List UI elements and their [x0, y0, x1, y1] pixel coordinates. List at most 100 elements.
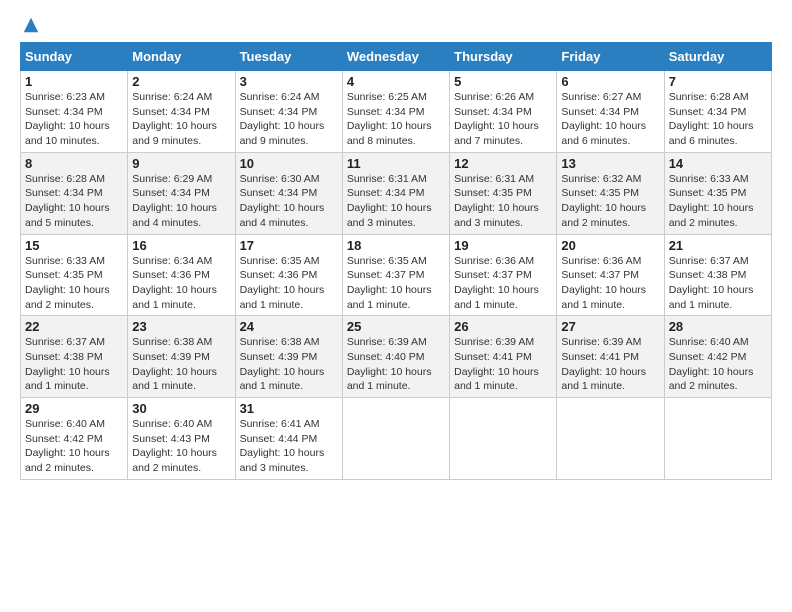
- day-cell: 24 Sunrise: 6:38 AM Sunset: 4:39 PM Dayl…: [235, 316, 342, 398]
- day-cell: 15 Sunrise: 6:33 AM Sunset: 4:35 PM Dayl…: [21, 234, 128, 316]
- day-number: 20: [561, 238, 659, 253]
- day-cell: 21 Sunrise: 6:37 AM Sunset: 4:38 PM Dayl…: [664, 234, 771, 316]
- day-info: Sunrise: 6:33 AM Sunset: 4:35 PM Dayligh…: [25, 254, 123, 313]
- day-cell: 7 Sunrise: 6:28 AM Sunset: 4:34 PM Dayli…: [664, 71, 771, 153]
- day-cell: 29 Sunrise: 6:40 AM Sunset: 4:42 PM Dayl…: [21, 398, 128, 480]
- day-cell: 9 Sunrise: 6:29 AM Sunset: 4:34 PM Dayli…: [128, 152, 235, 234]
- day-cell: 13 Sunrise: 6:32 AM Sunset: 4:35 PM Dayl…: [557, 152, 664, 234]
- day-number: 2: [132, 74, 230, 89]
- day-number: 24: [240, 319, 338, 334]
- day-number: 11: [347, 156, 445, 171]
- day-info: Sunrise: 6:38 AM Sunset: 4:39 PM Dayligh…: [240, 335, 338, 394]
- day-cell: 31 Sunrise: 6:41 AM Sunset: 4:44 PM Dayl…: [235, 398, 342, 480]
- day-cell: [557, 398, 664, 480]
- day-header-sunday: Sunday: [21, 43, 128, 71]
- day-cell: 16 Sunrise: 6:34 AM Sunset: 4:36 PM Dayl…: [128, 234, 235, 316]
- day-info: Sunrise: 6:25 AM Sunset: 4:34 PM Dayligh…: [347, 90, 445, 149]
- day-number: 31: [240, 401, 338, 416]
- day-number: 23: [132, 319, 230, 334]
- day-cell: 6 Sunrise: 6:27 AM Sunset: 4:34 PM Dayli…: [557, 71, 664, 153]
- day-info: Sunrise: 6:23 AM Sunset: 4:34 PM Dayligh…: [25, 90, 123, 149]
- day-cell: [342, 398, 449, 480]
- day-number: 1: [25, 74, 123, 89]
- day-cell: 10 Sunrise: 6:30 AM Sunset: 4:34 PM Dayl…: [235, 152, 342, 234]
- day-info: Sunrise: 6:38 AM Sunset: 4:39 PM Dayligh…: [132, 335, 230, 394]
- day-header-monday: Monday: [128, 43, 235, 71]
- day-number: 26: [454, 319, 552, 334]
- day-cell: 11 Sunrise: 6:31 AM Sunset: 4:34 PM Dayl…: [342, 152, 449, 234]
- day-info: Sunrise: 6:40 AM Sunset: 4:43 PM Dayligh…: [132, 417, 230, 476]
- logo-icon: [22, 16, 40, 34]
- day-info: Sunrise: 6:34 AM Sunset: 4:36 PM Dayligh…: [132, 254, 230, 313]
- day-number: 7: [669, 74, 767, 89]
- day-number: 3: [240, 74, 338, 89]
- day-info: Sunrise: 6:39 AM Sunset: 4:41 PM Dayligh…: [561, 335, 659, 394]
- day-info: Sunrise: 6:26 AM Sunset: 4:34 PM Dayligh…: [454, 90, 552, 149]
- day-cell: 17 Sunrise: 6:35 AM Sunset: 4:36 PM Dayl…: [235, 234, 342, 316]
- day-number: 30: [132, 401, 230, 416]
- day-header-wednesday: Wednesday: [342, 43, 449, 71]
- day-header-thursday: Thursday: [450, 43, 557, 71]
- day-number: 15: [25, 238, 123, 253]
- day-number: 9: [132, 156, 230, 171]
- day-cell: 20 Sunrise: 6:36 AM Sunset: 4:37 PM Dayl…: [557, 234, 664, 316]
- week-row-3: 15 Sunrise: 6:33 AM Sunset: 4:35 PM Dayl…: [21, 234, 772, 316]
- day-cell: 27 Sunrise: 6:39 AM Sunset: 4:41 PM Dayl…: [557, 316, 664, 398]
- day-number: 28: [669, 319, 767, 334]
- day-cell: 19 Sunrise: 6:36 AM Sunset: 4:37 PM Dayl…: [450, 234, 557, 316]
- day-cell: 25 Sunrise: 6:39 AM Sunset: 4:40 PM Dayl…: [342, 316, 449, 398]
- day-info: Sunrise: 6:37 AM Sunset: 4:38 PM Dayligh…: [25, 335, 123, 394]
- day-number: 22: [25, 319, 123, 334]
- day-cell: 4 Sunrise: 6:25 AM Sunset: 4:34 PM Dayli…: [342, 71, 449, 153]
- day-number: 18: [347, 238, 445, 253]
- day-number: 12: [454, 156, 552, 171]
- day-header-saturday: Saturday: [664, 43, 771, 71]
- day-header-friday: Friday: [557, 43, 664, 71]
- day-info: Sunrise: 6:28 AM Sunset: 4:34 PM Dayligh…: [25, 172, 123, 231]
- day-cell: [664, 398, 771, 480]
- day-info: Sunrise: 6:27 AM Sunset: 4:34 PM Dayligh…: [561, 90, 659, 149]
- day-number: 10: [240, 156, 338, 171]
- day-info: Sunrise: 6:24 AM Sunset: 4:34 PM Dayligh…: [240, 90, 338, 149]
- day-number: 6: [561, 74, 659, 89]
- calendar-table: SundayMondayTuesdayWednesdayThursdayFrid…: [20, 42, 772, 480]
- day-info: Sunrise: 6:39 AM Sunset: 4:40 PM Dayligh…: [347, 335, 445, 394]
- day-cell: 8 Sunrise: 6:28 AM Sunset: 4:34 PM Dayli…: [21, 152, 128, 234]
- day-info: Sunrise: 6:32 AM Sunset: 4:35 PM Dayligh…: [561, 172, 659, 231]
- day-number: 21: [669, 238, 767, 253]
- day-info: Sunrise: 6:24 AM Sunset: 4:34 PM Dayligh…: [132, 90, 230, 149]
- week-row-4: 22 Sunrise: 6:37 AM Sunset: 4:38 PM Dayl…: [21, 316, 772, 398]
- day-info: Sunrise: 6:40 AM Sunset: 4:42 PM Dayligh…: [25, 417, 123, 476]
- day-cell: 23 Sunrise: 6:38 AM Sunset: 4:39 PM Dayl…: [128, 316, 235, 398]
- day-cell: [450, 398, 557, 480]
- day-number: 8: [25, 156, 123, 171]
- day-info: Sunrise: 6:29 AM Sunset: 4:34 PM Dayligh…: [132, 172, 230, 231]
- logo: [20, 16, 40, 34]
- day-info: Sunrise: 6:41 AM Sunset: 4:44 PM Dayligh…: [240, 417, 338, 476]
- day-number: 27: [561, 319, 659, 334]
- day-cell: 3 Sunrise: 6:24 AM Sunset: 4:34 PM Dayli…: [235, 71, 342, 153]
- day-cell: 1 Sunrise: 6:23 AM Sunset: 4:34 PM Dayli…: [21, 71, 128, 153]
- day-number: 14: [669, 156, 767, 171]
- week-row-1: 1 Sunrise: 6:23 AM Sunset: 4:34 PM Dayli…: [21, 71, 772, 153]
- day-cell: 30 Sunrise: 6:40 AM Sunset: 4:43 PM Dayl…: [128, 398, 235, 480]
- day-info: Sunrise: 6:35 AM Sunset: 4:36 PM Dayligh…: [240, 254, 338, 313]
- day-cell: 2 Sunrise: 6:24 AM Sunset: 4:34 PM Dayli…: [128, 71, 235, 153]
- day-info: Sunrise: 6:28 AM Sunset: 4:34 PM Dayligh…: [669, 90, 767, 149]
- day-cell: 18 Sunrise: 6:35 AM Sunset: 4:37 PM Dayl…: [342, 234, 449, 316]
- day-header-tuesday: Tuesday: [235, 43, 342, 71]
- calendar-header-row: SundayMondayTuesdayWednesdayThursdayFrid…: [21, 43, 772, 71]
- header: [20, 16, 772, 34]
- day-cell: 12 Sunrise: 6:31 AM Sunset: 4:35 PM Dayl…: [450, 152, 557, 234]
- day-info: Sunrise: 6:31 AM Sunset: 4:35 PM Dayligh…: [454, 172, 552, 231]
- day-number: 16: [132, 238, 230, 253]
- day-number: 29: [25, 401, 123, 416]
- day-info: Sunrise: 6:31 AM Sunset: 4:34 PM Dayligh…: [347, 172, 445, 231]
- day-cell: 5 Sunrise: 6:26 AM Sunset: 4:34 PM Dayli…: [450, 71, 557, 153]
- page: SundayMondayTuesdayWednesdayThursdayFrid…: [0, 0, 792, 612]
- day-number: 4: [347, 74, 445, 89]
- day-info: Sunrise: 6:33 AM Sunset: 4:35 PM Dayligh…: [669, 172, 767, 231]
- day-info: Sunrise: 6:30 AM Sunset: 4:34 PM Dayligh…: [240, 172, 338, 231]
- week-row-2: 8 Sunrise: 6:28 AM Sunset: 4:34 PM Dayli…: [21, 152, 772, 234]
- day-info: Sunrise: 6:36 AM Sunset: 4:37 PM Dayligh…: [454, 254, 552, 313]
